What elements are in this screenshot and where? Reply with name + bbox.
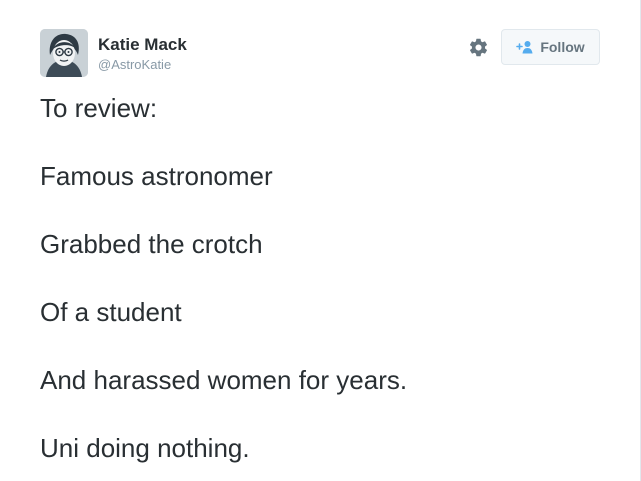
avatar[interactable] bbox=[40, 29, 88, 77]
tweet-text-line: And harassed women for years. bbox=[40, 365, 408, 395]
tweet-text-line: Famous astronomer bbox=[40, 161, 273, 191]
display-name[interactable]: Katie Mack bbox=[98, 35, 187, 55]
gear-icon[interactable] bbox=[468, 37, 489, 58]
tweet-text-line: Uni doing nothing. bbox=[40, 433, 250, 463]
follow-button-label: Follow bbox=[540, 39, 585, 55]
avatar-cartoon-icon bbox=[40, 29, 88, 77]
add-person-icon bbox=[516, 41, 533, 54]
tweet-card: Katie Mack @AstroKatie Follow To review:… bbox=[0, 0, 641, 481]
tweet-text-line: To review: bbox=[40, 93, 158, 123]
user-handle[interactable]: @AstroKatie bbox=[98, 57, 171, 73]
follow-button[interactable]: Follow bbox=[501, 29, 600, 65]
tweet-text-line: Grabbed the crotch bbox=[40, 229, 263, 259]
tweet-text-line: Of a student bbox=[40, 297, 182, 327]
